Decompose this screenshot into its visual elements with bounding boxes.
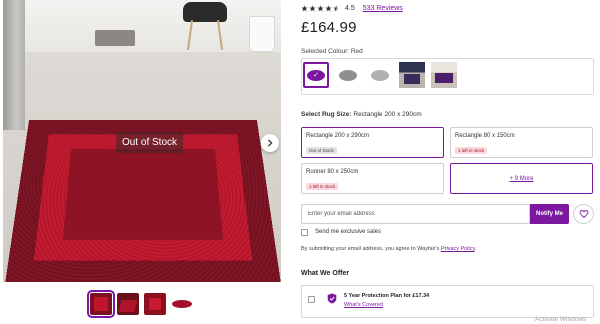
star-icon: [309, 4, 316, 11]
more-sizes-button[interactable]: + 9 More: [450, 163, 593, 194]
stock-badge: 1 left in stock: [306, 183, 339, 190]
out-of-stock-overlay: Out of Stock: [116, 132, 184, 153]
shield-icon: [327, 293, 337, 304]
heart-icon: [579, 210, 588, 219]
rug-size-label-prefix: Select Rug Size:: [301, 111, 352, 118]
waste-bin: [249, 16, 275, 52]
main-product-image[interactable]: Out of Stock: [3, 0, 281, 282]
grey-swatch-image: [339, 69, 357, 81]
size-option-rectangle-80x150[interactable]: Rectangle 80 x 150cm 1 left in stock: [450, 127, 593, 158]
size-option-rectangle-200x290[interactable]: Rectangle 200 x 290cm Out of Stock: [301, 127, 444, 158]
thumbnail-rug-front[interactable]: [87, 290, 115, 318]
rug-size-label: Select Rug Size: Rectangle 200 x 290cm: [301, 111, 422, 118]
wall: [3, 0, 281, 58]
email-field[interactable]: [301, 204, 530, 224]
product-gallery: Out of Stock: [0, 0, 281, 324]
star-icon: [301, 4, 308, 11]
navy-room-swatch-image: [399, 62, 425, 88]
swatch-light-grey[interactable]: [367, 62, 393, 88]
more-sizes-link[interactable]: + 9 More: [510, 176, 534, 182]
notify-me-button[interactable]: Notify Me: [530, 204, 569, 224]
whats-covered-link[interactable]: What's Covered: [344, 302, 383, 308]
selected-colour-label: Selected Colour: Red: [301, 48, 363, 55]
star-icon: [317, 4, 324, 11]
colour-swatches: ✓: [303, 62, 457, 88]
star-rating: [301, 4, 340, 12]
thumbnail-rug-round[interactable]: [171, 293, 193, 315]
chevron-right-icon: [267, 139, 273, 147]
stock-badge: Out of Stock: [306, 147, 337, 154]
shelf: [95, 30, 135, 46]
thumbnail-rug-closeup[interactable]: [144, 293, 166, 315]
email-consent-text: By submitting your email address, you ag…: [301, 246, 476, 252]
thumbnail-strip: [87, 290, 193, 318]
swatch-grey[interactable]: [335, 62, 361, 88]
product-info-panel: 4.5 533 Reviews £164.99 Selected Colour:…: [301, 0, 597, 324]
light-grey-swatch-image: [371, 69, 389, 81]
checkmark-icon: ✓: [313, 72, 319, 79]
protection-plan-title: 5 Year Protection Plan for £17.34: [344, 293, 430, 299]
swatch-red[interactable]: ✓: [303, 62, 329, 88]
chair: [183, 2, 227, 22]
rating-row: 4.5 533 Reviews: [301, 3, 403, 13]
privacy-policy-link[interactable]: Privacy Policy: [441, 246, 475, 252]
os-activation-watermark: Activate Windows: [535, 316, 587, 323]
exclusive-sales-label: Send me exclusive sales: [315, 229, 382, 235]
product-price: £164.99: [301, 19, 357, 36]
consent-suffix: .: [474, 246, 477, 252]
swatch-purple-room[interactable]: [431, 62, 457, 88]
favorite-button[interactable]: [573, 204, 594, 224]
thumbnail-rug-angle[interactable]: [117, 293, 139, 315]
curtain: [3, 0, 25, 130]
stock-badge: 1 left in stock: [455, 147, 488, 154]
exclusive-sales-checkbox[interactable]: [301, 229, 308, 236]
size-option-name: Rectangle 80 x 150cm: [455, 133, 515, 139]
consent-text: By submitting your email address, you ag…: [301, 246, 441, 252]
what-we-offer-heading: What We Offer: [301, 270, 350, 277]
rating-value: 4.5: [345, 4, 355, 12]
reviews-link[interactable]: 533 Reviews: [363, 5, 403, 12]
protection-plan-checkbox[interactable]: [308, 296, 315, 303]
star-icon: [333, 4, 340, 11]
star-icon: [325, 4, 332, 11]
size-option-name: Runner 80 x 250cm: [306, 169, 359, 175]
rug-field: [33, 134, 253, 261]
rug-center: [62, 149, 224, 240]
size-option-name: Rectangle 200 x 290cm: [306, 133, 370, 139]
swatch-navy-room[interactable]: [399, 62, 425, 88]
next-image-button[interactable]: [261, 134, 279, 152]
rug-size-label-value: Rectangle 200 x 290cm: [353, 111, 422, 118]
purple-room-swatch-image: [431, 62, 457, 88]
size-option-runner-80x250[interactable]: Runner 80 x 250cm 1 left in stock: [301, 163, 444, 194]
